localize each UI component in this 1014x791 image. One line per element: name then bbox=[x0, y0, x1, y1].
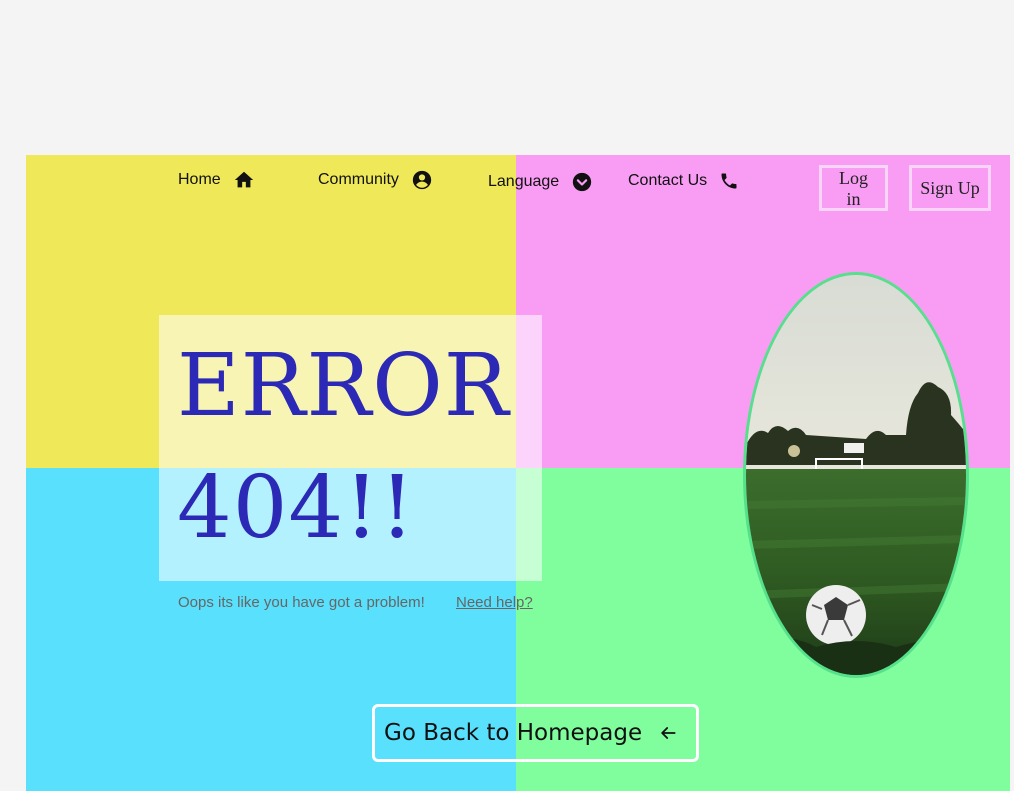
error-title: ERROR bbox=[177, 336, 510, 436]
nav-contact-label: Contact Us bbox=[628, 172, 708, 189]
error-card: ERROR 404!! bbox=[159, 315, 542, 581]
nav-home-label: Home bbox=[178, 171, 221, 188]
go-back-homepage-label: Go Back to Homepage bbox=[384, 720, 643, 746]
need-help-link[interactable]: Need help? bbox=[456, 594, 533, 611]
chevron-down-circle-icon bbox=[571, 171, 593, 193]
signup-button[interactable]: Sign Up bbox=[909, 165, 991, 211]
nav-community[interactable]: Community bbox=[318, 169, 433, 191]
phone-icon bbox=[719, 171, 739, 191]
error-subtitle: Oops its like you have got a problem! bbox=[178, 594, 425, 611]
hero-stage: Home Community Language Contact Us Log i… bbox=[26, 155, 1010, 791]
account-circle-icon bbox=[411, 169, 433, 191]
nav-contact[interactable]: Contact Us bbox=[628, 171, 739, 191]
nav-community-label: Community bbox=[318, 171, 399, 188]
error-code: 404!! bbox=[177, 458, 416, 558]
soccer-field-photo bbox=[743, 272, 969, 678]
nav-language[interactable]: Language bbox=[488, 171, 593, 193]
arrow-left-icon bbox=[658, 723, 678, 743]
go-back-homepage-button[interactable]: Go Back to Homepage bbox=[372, 704, 699, 762]
nav-language-label: Language bbox=[488, 173, 560, 190]
home-icon bbox=[233, 169, 255, 191]
login-button[interactable]: Log in bbox=[819, 165, 888, 211]
nav-home[interactable]: Home bbox=[178, 169, 255, 191]
